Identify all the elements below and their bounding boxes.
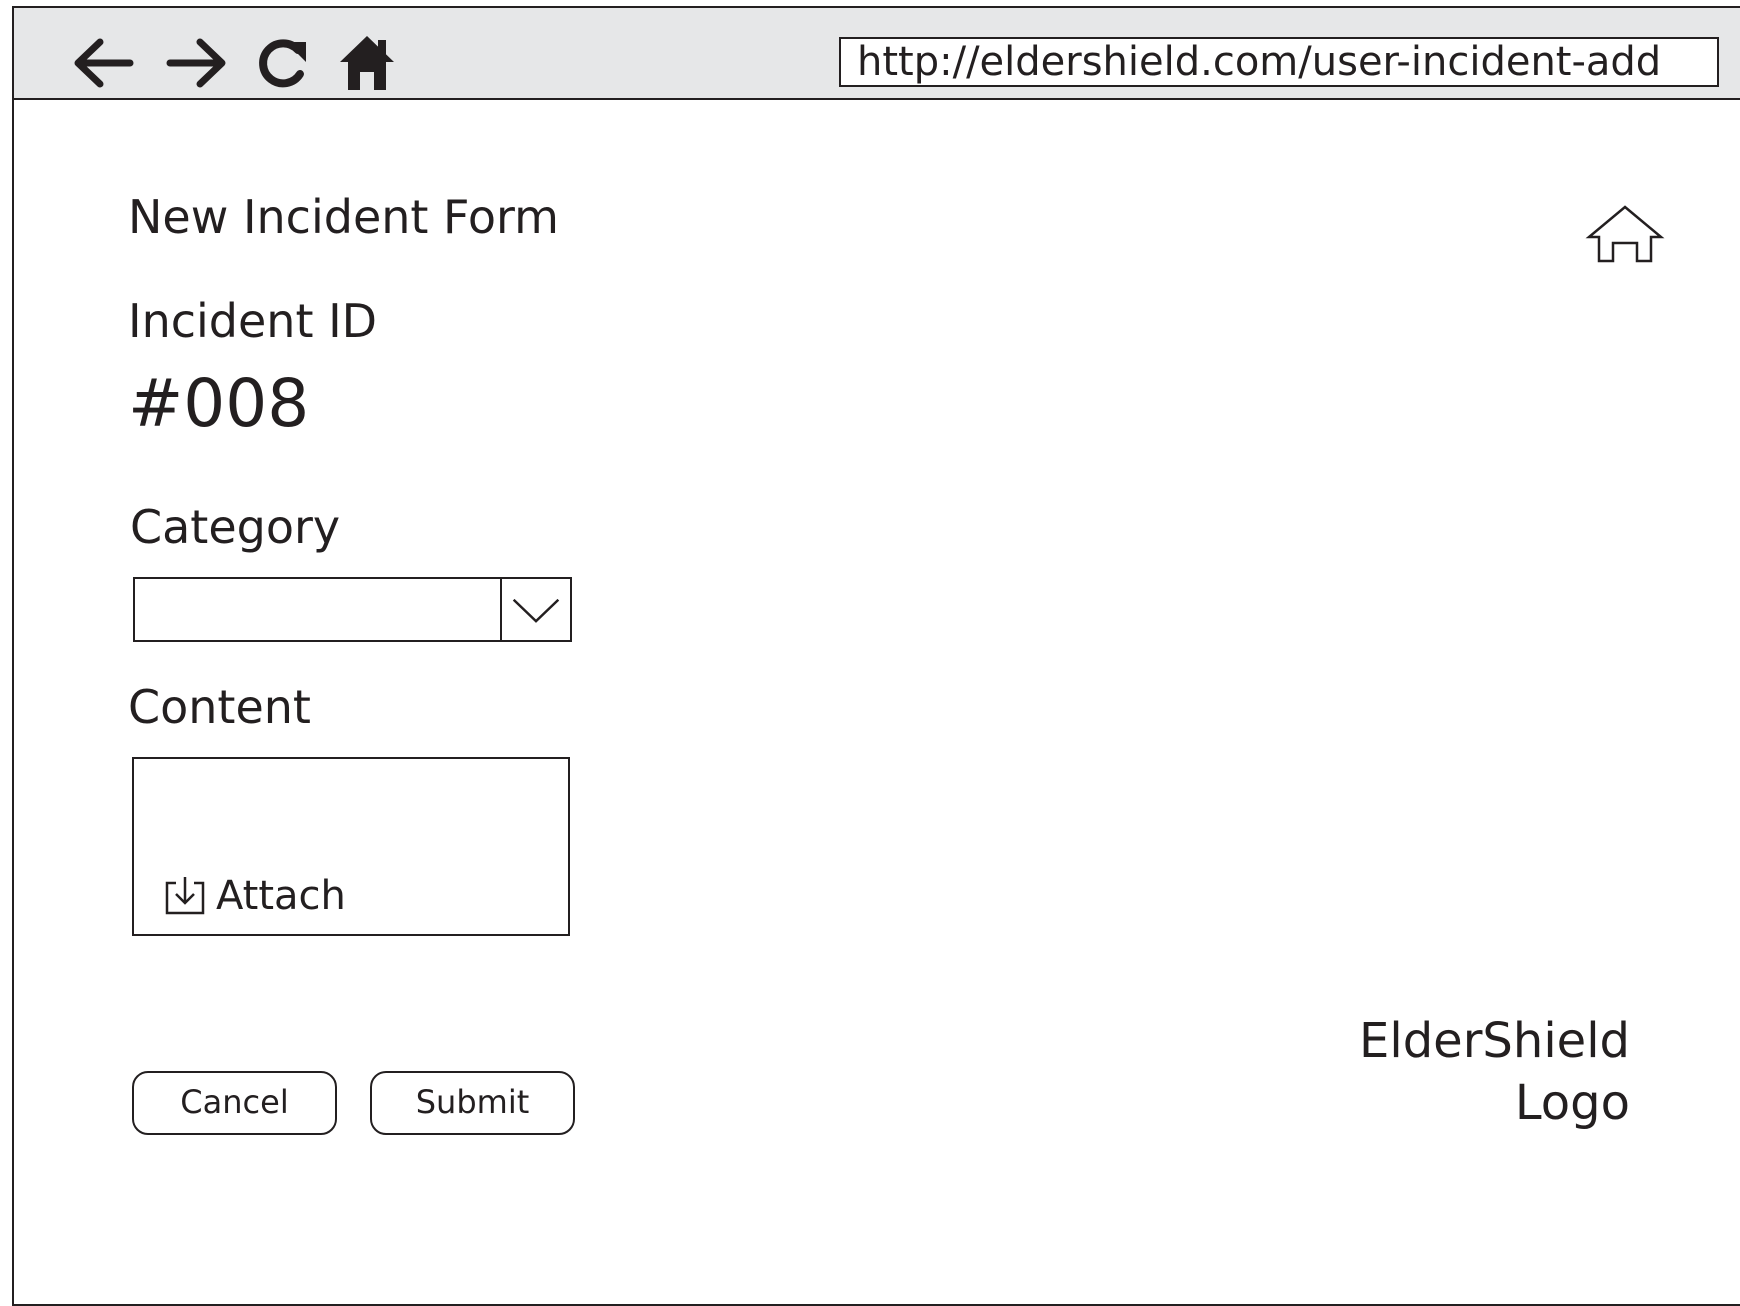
address-bar[interactable]: http://eldershield.com/user-incident-add	[839, 37, 1719, 87]
category-label: Category	[130, 500, 341, 554]
content-textarea[interactable]: Attach	[132, 757, 570, 936]
attach-label: Attach	[216, 873, 346, 919]
incident-id-label: Incident ID	[128, 294, 378, 348]
incident-id-value: #008	[128, 365, 310, 442]
submit-button[interactable]: Submit	[370, 1071, 575, 1135]
page-title: New Incident Form	[128, 190, 559, 244]
content-label: Content	[128, 680, 311, 734]
reload-icon	[259, 39, 306, 88]
chevron-down-icon	[512, 598, 560, 623]
browser-toolbar: http://eldershield.com/user-incident-add	[14, 8, 1740, 100]
forward-button[interactable]	[158, 28, 236, 98]
forward-arrow-icon	[166, 38, 226, 88]
category-select[interactable]	[133, 577, 572, 642]
home-outline-icon	[1585, 205, 1665, 263]
back-button[interactable]	[64, 28, 142, 98]
category-dropdown-toggle[interactable]	[500, 579, 570, 640]
back-arrow-icon	[74, 38, 134, 88]
attach-download-icon	[165, 877, 205, 915]
home-filled-icon	[340, 36, 394, 90]
eldershield-logo: ElderShield Logo	[1359, 1010, 1630, 1134]
address-bar-url: http://eldershield.com/user-incident-add	[857, 39, 1662, 85]
home-button[interactable]	[1585, 203, 1665, 267]
logo-line-2: Logo	[1514, 1075, 1630, 1131]
browser-home-button[interactable]	[332, 28, 402, 98]
logo-line-1: ElderShield	[1359, 1013, 1630, 1069]
reload-button[interactable]	[246, 28, 316, 98]
cancel-button[interactable]: Cancel	[132, 1071, 337, 1135]
